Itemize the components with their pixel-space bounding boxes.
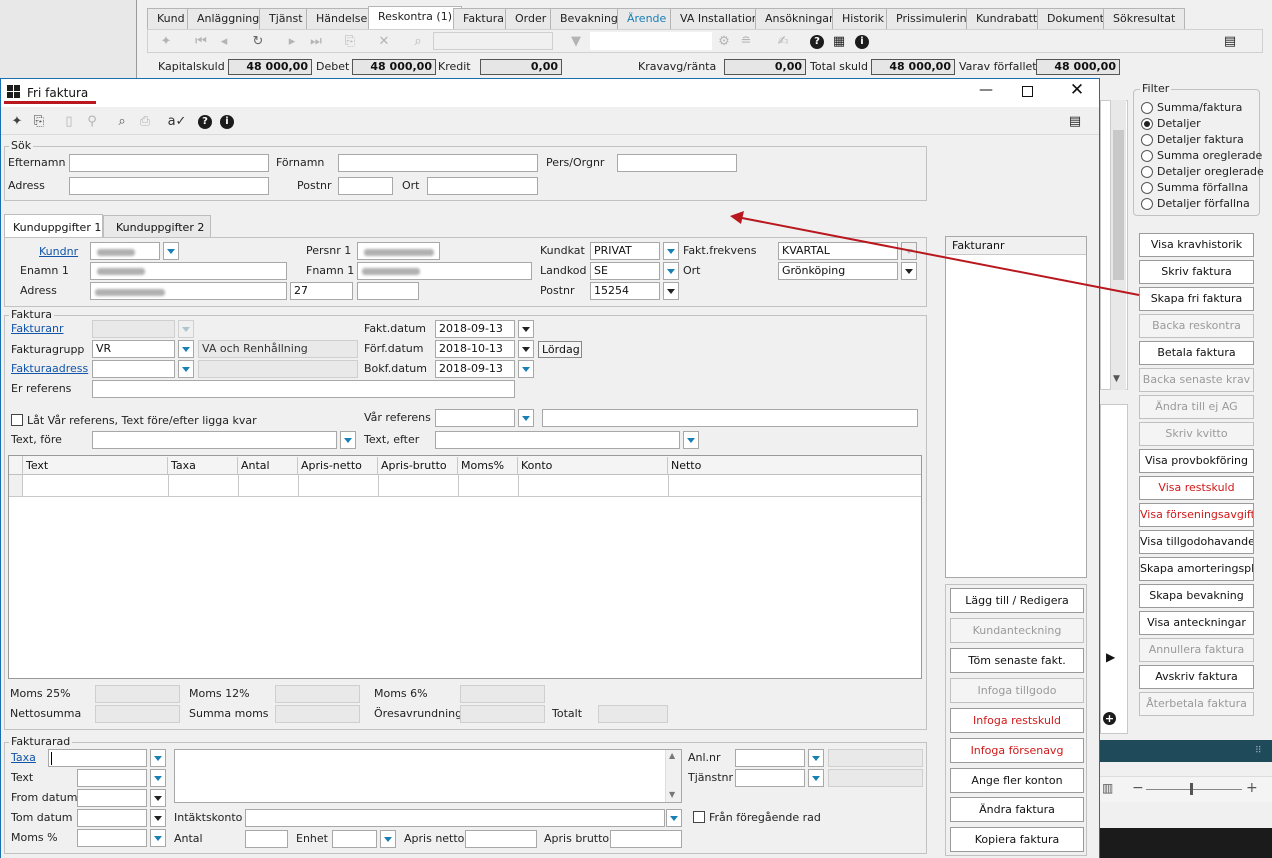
annotation-arrow-line [741,217,1140,296]
annotation-arrow-head [730,211,744,224]
annotation-arrow [730,211,1140,296]
